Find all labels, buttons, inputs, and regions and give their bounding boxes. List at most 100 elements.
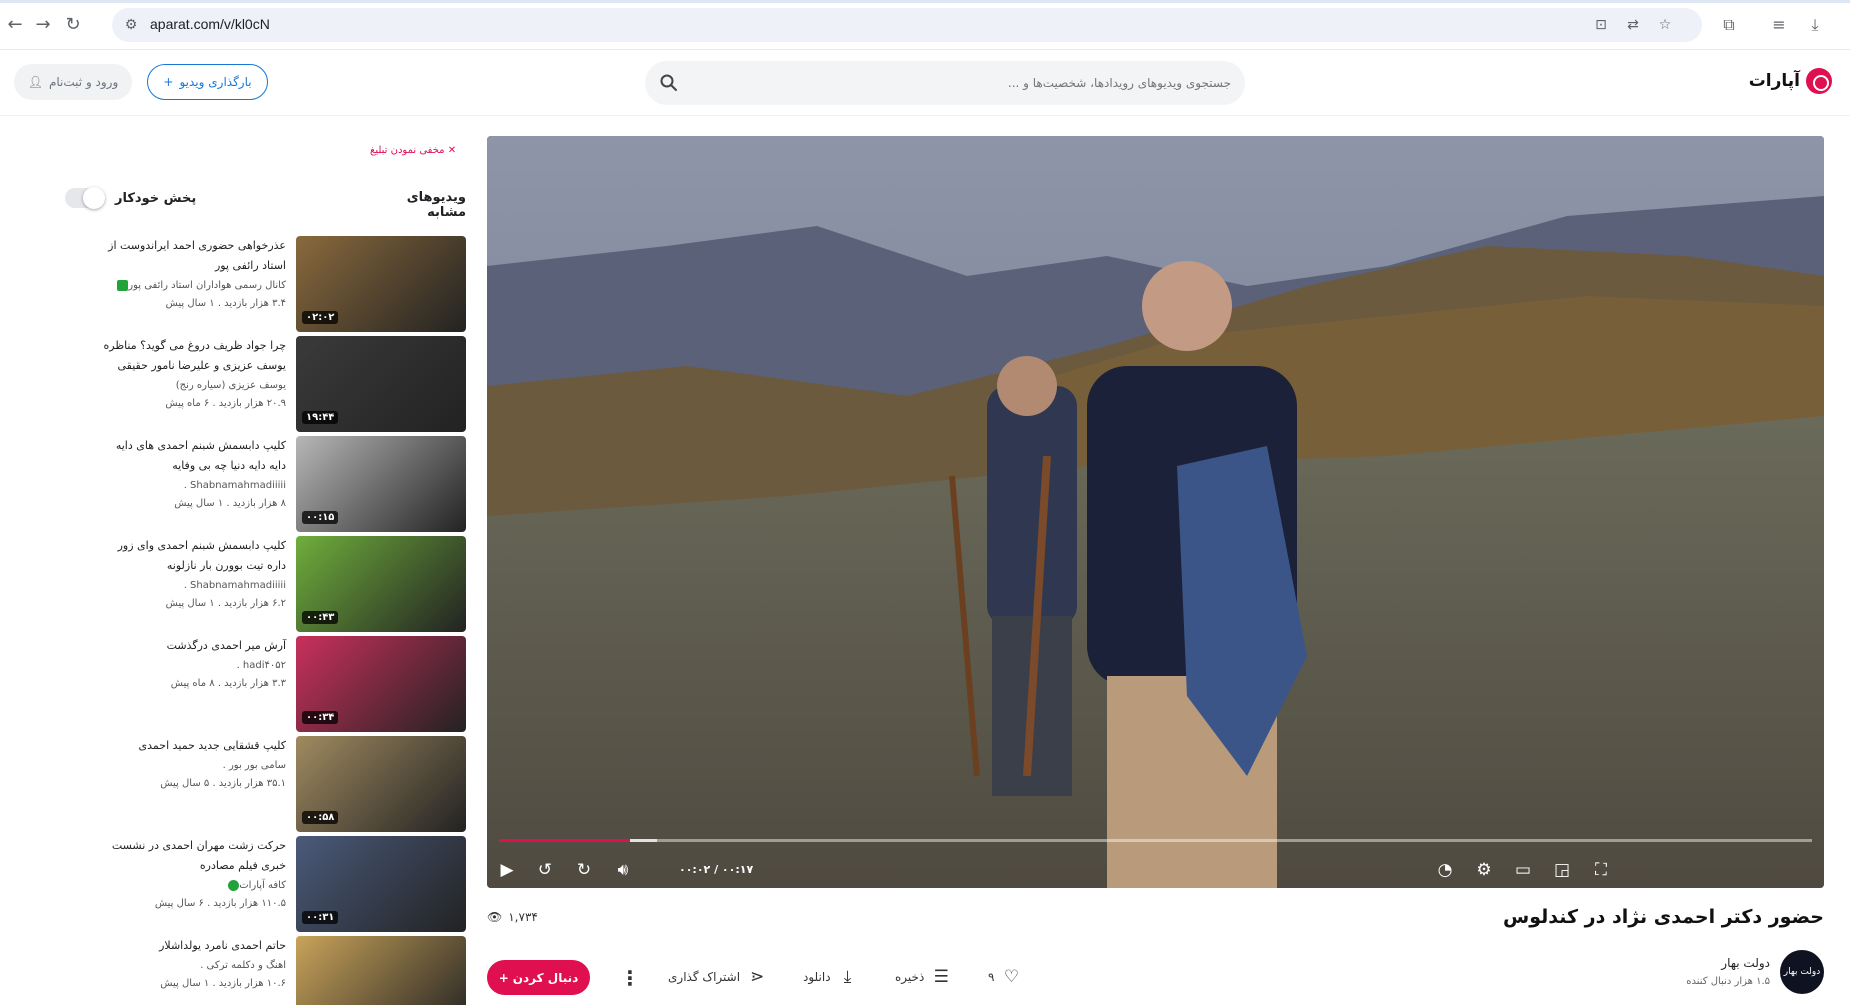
related-video-item[interactable]: ۰۰:۳۴ آرش میر احمدی درگذشت hadi۴۰۵۲ . ۳.۳ ه… <box>96 636 466 732</box>
related-video-channel-row: یوسف عزیزی (سیاره رنج) <box>96 377 286 395</box>
video-thumbnail[interactable]: ۰۰:۱۵ <box>296 436 466 532</box>
close-icon: ✕ <box>447 145 457 156</box>
related-video-item[interactable]: حاتم احمدی نامرد یولداشلار اهنگ و دکلمه ت… <box>96 936 466 1005</box>
extensions-icon[interactable]: ⧉ <box>1718 14 1740 36</box>
back-icon[interactable]: ← <box>4 14 26 36</box>
related-video-title[interactable]: کلیپ دابسمش شبنم احمدی وای زور داره تیت … <box>96 536 286 576</box>
video-thumbnail[interactable]: ۱۹:۴۴ <box>296 336 466 432</box>
related-video-channel[interactable]: کافه آپارات <box>239 880 286 891</box>
site-info-icon[interactable]: ⚙ <box>122 16 140 34</box>
share-button[interactable]: ⋖ اشتراک گذاری <box>668 965 768 989</box>
plus-icon: + <box>498 970 509 985</box>
related-video-channel[interactable]: اهنگ و دکلمه ترکی . <box>200 960 286 971</box>
related-video-info: چرا جواد ظریف دروغ می گوید؟ مناظره یوسف … <box>96 336 286 413</box>
related-video-title[interactable]: عذرخواهی حضوری احمد ایراندوست از استاد ر… <box>96 236 286 276</box>
install-app-icon[interactable]: ⊡ <box>1592 16 1610 34</box>
video-player[interactable]: ▶ ↺ ↻ 🔊︎ ۰۰:۰۲ / ۰۰:۱۷ ◔ ⚙ ▭ ◲ ⛶ <box>487 136 1824 888</box>
time-display: ۰۰:۰۲ / ۰۰:۱۷ <box>679 863 754 876</box>
related-video-channel[interactable]: سامی بور بور . <box>223 760 286 771</box>
settings-gear-icon[interactable]: ⚙ <box>1472 858 1496 882</box>
video-thumbnail[interactable]: ۰۲:۰۲ <box>296 236 466 332</box>
channel-info[interactable]: دولت بهار دولت بهار ۱.۵ هزار دنبال کننده <box>1686 950 1824 994</box>
related-video-item[interactable]: ۰۰:۴۳ کلیپ دابسمش شبنم احمدی وای زور داره… <box>96 536 466 632</box>
related-video-channel[interactable]: یوسف عزیزی (سیاره رنج) <box>176 380 286 391</box>
duration-badge: ۰۲:۰۲ <box>302 311 339 324</box>
search-box[interactable] <box>645 61 1245 105</box>
like-button[interactable]: ♡ ۹ <box>988 965 1022 989</box>
theater-mode-icon[interactable]: ▭ <box>1511 858 1535 882</box>
verified-badge-icon <box>228 879 240 891</box>
related-video-title[interactable]: حاتم احمدی نامرد یولداشلار <box>96 936 286 956</box>
autoplay-label: پخش خودکار <box>115 190 197 206</box>
verified-badge-icon <box>117 279 129 291</box>
autoplay-control[interactable]: پخش خودکار <box>65 187 197 209</box>
url-text[interactable]: aparat.com/v/kl0cN <box>150 16 270 32</box>
related-video-title[interactable]: حرکت زشت مهران احمدی در نشست خبری فیلم م… <box>96 836 286 876</box>
forward-icon[interactable]: → <box>32 14 54 36</box>
picture-in-picture-icon[interactable]: ◲ <box>1550 858 1574 882</box>
related-video-channel-row: Shabnamahmadiiiii . <box>96 477 286 495</box>
eye-icon: 👁︎ <box>487 910 503 924</box>
related-video-item[interactable]: ۰۲:۰۲ عذرخواهی حضوری احمد ایراندوست از اس… <box>96 236 466 332</box>
browser-toolbar: ← → ↻ ⚙ aparat.com/v/kl0cN ⊡ ⇄ ☆ ⧉ ≡ ⤓ <box>0 0 1850 50</box>
related-video-channel-row: سامی بور بور . <box>96 757 286 775</box>
related-video-meta: ۳۵.۱ هزار بازدید . ۵ سال پیش <box>160 778 286 789</box>
hide-ad-link[interactable]: ✕ مخفی نمودن تبلیغ <box>370 145 456 156</box>
reading-list-icon[interactable]: ≡ <box>1768 14 1790 36</box>
logo-mark-icon <box>1806 68 1832 94</box>
related-video-item[interactable]: ۰۰:۵۸ کلیپ قشقایی جدید حمید احمدی سامی بور… <box>96 736 466 832</box>
download-button[interactable]: ⤓ دانلود <box>803 965 859 989</box>
related-video-channel[interactable]: hadi۴۰۵۲ . <box>237 660 286 671</box>
save-button[interactable]: ☰ ذخیره <box>895 965 952 989</box>
related-video-item[interactable]: ۰۰:۱۵ کلیپ دابسمش شبنم احمدی های دایه دای… <box>96 436 466 532</box>
seek-bar[interactable] <box>499 839 1812 842</box>
related-video-channel[interactable]: Shabnamahmadiiiii . <box>184 480 286 491</box>
related-video-title[interactable]: آرش میر احمدی درگذشت <box>96 636 286 656</box>
related-video-meta: ۱۰.۶ هزار بازدید . ۱ سال پیش <box>160 978 286 989</box>
aparat-logo[interactable]: آپارات <box>1749 68 1832 94</box>
related-video-item[interactable]: ۰۰:۳۱ حرکت زشت مهران احمدی در نشست خبری ف… <box>96 836 466 932</box>
related-video-title[interactable]: کلیپ قشقایی جدید حمید احمدی <box>96 736 286 756</box>
upload-video-button[interactable]: + بارگذاری ویدیو <box>147 64 268 100</box>
video-thumbnail[interactable]: ۰۰:۳۴ <box>296 636 466 732</box>
reload-icon[interactable]: ↻ <box>62 14 84 36</box>
toggle-knob <box>83 187 105 209</box>
save-label: ذخیره <box>895 970 925 984</box>
related-video-info: کلیپ قشقایی جدید حمید احمدی سامی بور بور … <box>96 736 286 793</box>
related-video-meta: ۱۱۰.۵ هزار بازدید . ۶ سال پیش <box>154 898 286 909</box>
related-video-title[interactable]: چرا جواد ظریف دروغ می گوید؟ مناظره یوسف … <box>96 336 286 376</box>
login-label: ورود و ثبت‌نام <box>48 75 119 89</box>
forward-10-icon[interactable]: ↻ <box>572 858 596 882</box>
rewind-10-icon[interactable]: ↺ <box>533 858 557 882</box>
related-video-item[interactable]: ۱۹:۴۴ چرا جواد ظریف دروغ می گوید؟ مناظره … <box>96 336 466 432</box>
volume-icon[interactable]: 🔊︎ <box>611 858 635 882</box>
channel-name[interactable]: دولت بهار <box>1686 956 1770 970</box>
follow-button[interactable]: + دنبال کردن <box>487 960 590 995</box>
search-input[interactable] <box>691 71 1231 95</box>
autoplay-toggle[interactable] <box>65 187 105 209</box>
playlist-add-icon: ☰ <box>933 967 949 987</box>
fullscreen-icon[interactable]: ⛶ <box>1589 858 1613 882</box>
bookmark-star-icon[interactable]: ☆ <box>1656 16 1674 34</box>
hide-ad-label: مخفی نمودن تبلیغ <box>370 145 445 156</box>
related-video-meta: ۸ هزار بازدید . ۱ سال پیش <box>174 498 286 509</box>
more-options-icon[interactable]: ⋮ <box>620 966 640 990</box>
video-frame[interactable] <box>487 136 1824 888</box>
related-video-channel[interactable]: کانال رسمی هواداران استاد رائفی پور <box>128 280 286 291</box>
search-icon[interactable] <box>659 73 679 93</box>
channel-avatar[interactable]: دولت بهار <box>1780 950 1824 994</box>
login-button[interactable]: 👤︎ ورود و ثبت‌نام <box>14 64 132 100</box>
related-video-channel-row: اهنگ و دکلمه ترکی . <box>96 957 286 975</box>
speed-icon[interactable]: ◔ <box>1433 858 1457 882</box>
video-thumbnail[interactable]: ۰۰:۴۳ <box>296 536 466 632</box>
play-icon[interactable]: ▶ <box>495 858 519 882</box>
address-bar[interactable]: ⚙ aparat.com/v/kl0cN ⊡ ⇄ ☆ <box>112 8 1702 42</box>
related-video-channel[interactable]: Shabnamahmadiiiii . <box>184 580 286 591</box>
video-thumbnail[interactable] <box>296 936 466 1005</box>
translate-icon[interactable]: ⇄ <box>1624 16 1642 34</box>
related-video-title[interactable]: کلیپ دابسمش شبنم احمدی های دایه دایه دای… <box>96 436 286 476</box>
video-thumbnail[interactable]: ۰۰:۳۱ <box>296 836 466 932</box>
plus-icon: + <box>163 75 174 89</box>
download-icon[interactable]: ⤓ <box>1804 14 1826 36</box>
video-thumbnail[interactable]: ۰۰:۵۸ <box>296 736 466 832</box>
